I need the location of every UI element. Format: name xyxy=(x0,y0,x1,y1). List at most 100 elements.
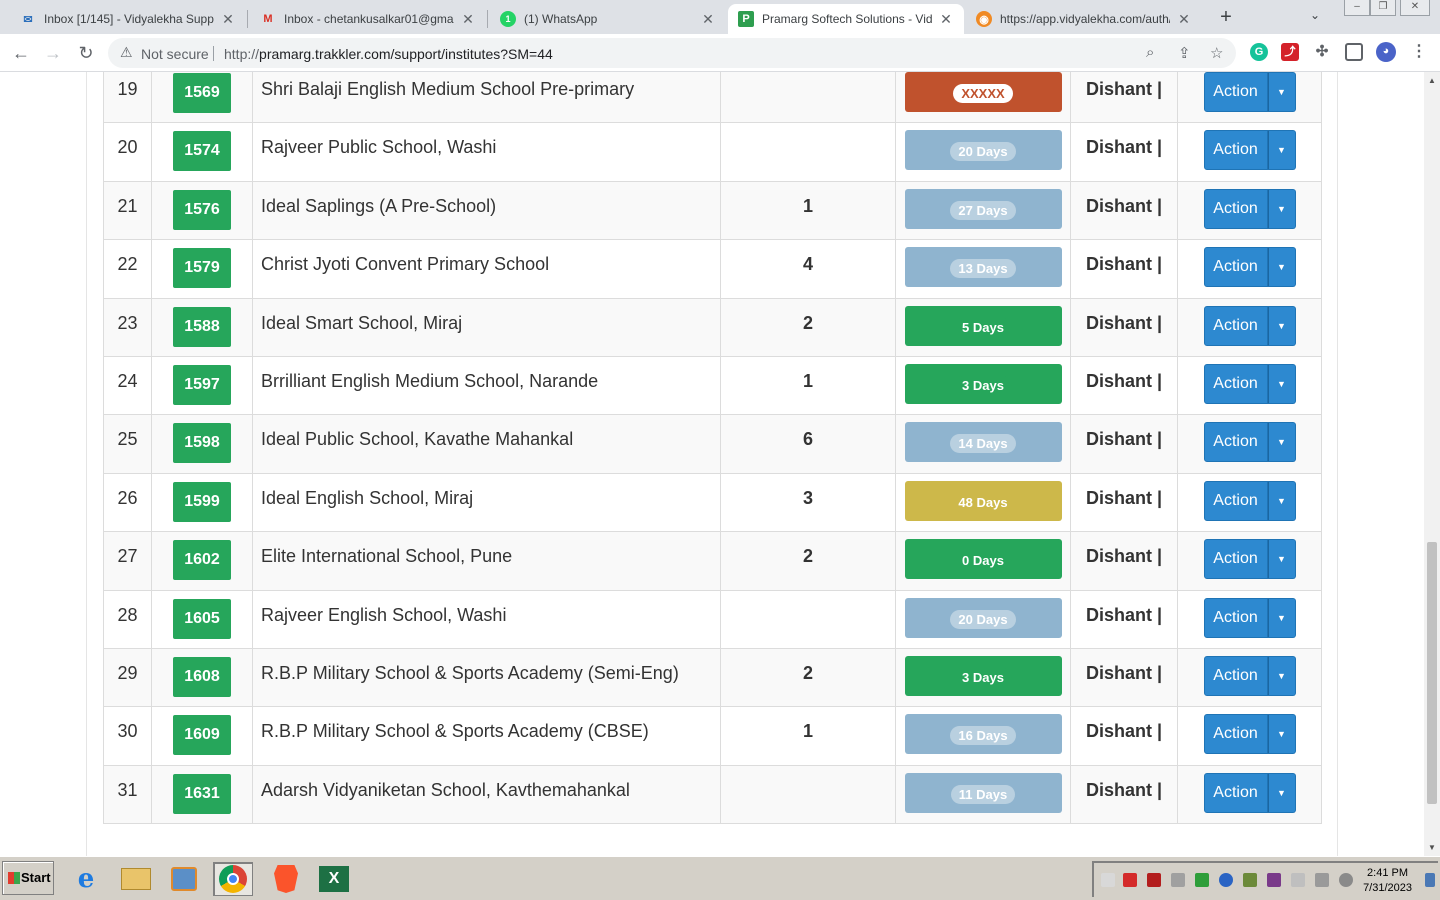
action-dropdown-caret-icon[interactable]: ▼ xyxy=(1267,188,1296,229)
scroll-down-arrow-icon[interactable]: ▼ xyxy=(1428,843,1436,852)
institute-id-badge[interactable]: 1579 xyxy=(173,248,231,289)
grammarly-extension-icon[interactable]: G xyxy=(1250,43,1268,61)
days-badge: XXXXX xyxy=(953,84,1013,103)
assigned-user: Dishant | xyxy=(1085,195,1163,216)
action-button[interactable]: Action xyxy=(1203,772,1268,813)
institute-id-badge[interactable]: 1602 xyxy=(173,540,231,581)
action-dropdown-caret-icon[interactable]: ▼ xyxy=(1267,597,1296,638)
excel-icon[interactable]: X xyxy=(314,862,354,896)
extensions-puzzle-icon[interactable]: ✣ xyxy=(1313,43,1331,61)
institute-name: Shri Balaji English Medium School Pre-pr… xyxy=(261,79,635,99)
action-button[interactable]: Action xyxy=(1203,130,1268,171)
tray-star-icon[interactable] xyxy=(1101,873,1115,887)
tab-search-chevron-icon[interactable]: ⌄ xyxy=(1310,8,1320,22)
close-tab-icon[interactable]: ✕ xyxy=(460,11,476,28)
pdf-extension-icon[interactable]: ⤴ xyxy=(1281,43,1299,61)
zoom-magnifier-icon[interactable]: ⌕ xyxy=(1146,44,1154,61)
action-dropdown-caret-icon[interactable]: ▼ xyxy=(1267,305,1296,346)
close-tab-icon[interactable]: ✕ xyxy=(700,11,716,28)
action-dropdown-caret-icon[interactable]: ▼ xyxy=(1267,130,1296,171)
action-dropdown-caret-icon[interactable]: ▼ xyxy=(1267,72,1296,112)
days-badge: 0 Days xyxy=(954,551,1012,571)
tray-app-red-icon[interactable] xyxy=(1123,873,1137,887)
action-button[interactable]: Action xyxy=(1203,188,1268,229)
file-explorer-icon[interactable] xyxy=(116,862,156,896)
page-scrollbar[interactable]: ▲ ▼ xyxy=(1424,72,1440,856)
assigned-user: Dishant | xyxy=(1085,546,1163,567)
close-tab-icon[interactable]: ✕ xyxy=(938,11,954,28)
scrollbar-thumb[interactable] xyxy=(1427,542,1437,804)
system-clock[interactable]: 2:41 PM 7/31/2023 xyxy=(1363,866,1412,896)
share-icon[interactable]: ⇪ xyxy=(1178,44,1191,62)
tab-vidyalekha-support-inbox[interactable]: ✉ Inbox [1/145] - Vidyalekha Support ( ✕ xyxy=(10,4,246,34)
tray-signal-icon[interactable] xyxy=(1315,873,1329,887)
tray-acrobat-icon[interactable] xyxy=(1147,873,1161,887)
action-button[interactable]: Action xyxy=(1203,305,1268,346)
profile-avatar-icon[interactable]: ◕ xyxy=(1376,42,1396,62)
action-button[interactable]: Action xyxy=(1203,714,1268,755)
action-button[interactable]: Action xyxy=(1203,655,1268,696)
tab-whatsapp[interactable]: 1 (1) WhatsApp ✕ xyxy=(490,4,726,34)
action-dropdown-caret-icon[interactable]: ▼ xyxy=(1267,772,1296,813)
action-button[interactable]: Action xyxy=(1203,363,1268,404)
scroll-up-arrow-icon[interactable]: ▲ xyxy=(1428,76,1436,85)
action-dropdown-caret-icon[interactable]: ▼ xyxy=(1267,247,1296,288)
close-window-icon[interactable]: ✕ xyxy=(1400,0,1430,16)
action-dropdown-caret-icon[interactable]: ▼ xyxy=(1267,714,1296,755)
action-cell: Action ▼ xyxy=(1177,180,1322,241)
action-button[interactable]: Action xyxy=(1203,72,1268,112)
action-button[interactable]: Action xyxy=(1203,247,1268,288)
address-url[interactable]: http://pramarg.trakkler.com/support/inst… xyxy=(224,46,553,62)
institute-id-badge[interactable]: 1598 xyxy=(173,423,231,464)
institute-id-badge[interactable]: 1569 xyxy=(173,73,231,113)
internet-explorer-icon[interactable]: e xyxy=(66,862,106,896)
bookmark-star-icon[interactable]: ☆ xyxy=(1210,44,1223,62)
start-button[interactable]: Start xyxy=(2,861,54,895)
tray-security-icon[interactable] xyxy=(1243,873,1257,887)
brave-browser-icon[interactable] xyxy=(266,862,306,896)
days-cell: 3 Days xyxy=(895,355,1071,416)
chrome-icon[interactable] xyxy=(213,862,253,896)
tray-flag-icon[interactable] xyxy=(1171,873,1185,887)
action-dropdown-caret-icon[interactable]: ▼ xyxy=(1267,539,1296,580)
institute-id-badge[interactable]: 1605 xyxy=(173,598,231,639)
close-tab-icon[interactable]: ✕ xyxy=(220,11,236,28)
institute-id-badge[interactable]: 1574 xyxy=(173,131,231,172)
institute-id-badge[interactable]: 1599 xyxy=(173,481,231,522)
tray-app-purple-icon[interactable] xyxy=(1267,873,1281,887)
reload-icon[interactable]: ↻ xyxy=(73,40,99,66)
institute-id-badge[interactable]: 1608 xyxy=(173,656,231,697)
tray-device-icon[interactable] xyxy=(1291,873,1305,887)
action-button[interactable]: Action xyxy=(1203,480,1268,521)
institute-id-badge[interactable]: 1609 xyxy=(173,715,231,756)
institute-id-badge[interactable]: 1597 xyxy=(173,364,231,405)
institute-id-badge[interactable]: 1588 xyxy=(173,306,231,347)
browser-menu-icon[interactable]: ⋮ xyxy=(1410,43,1428,61)
action-button[interactable]: Action xyxy=(1203,539,1268,580)
institute-id-badge[interactable]: 1576 xyxy=(173,189,231,230)
tab-gmail-inbox[interactable]: M Inbox - chetankusalkar01@gmail.com ✕ xyxy=(250,4,486,34)
forward-arrow-icon[interactable]: → xyxy=(40,40,66,66)
action-dropdown-caret-icon[interactable]: ▼ xyxy=(1267,363,1296,404)
action-button[interactable]: Action xyxy=(1203,422,1268,463)
tab-vidyalekha-login[interactable]: ◉ https://app.vidyalekha.com/auth/log ✕ xyxy=(966,4,1202,34)
minimize-window-icon[interactable]: – xyxy=(1344,0,1370,16)
tray-volume-icon[interactable] xyxy=(1339,873,1353,887)
action-dropdown-caret-icon[interactable]: ▼ xyxy=(1267,480,1296,521)
address-bar[interactable]: ⚠ Not secure http://pramarg.trakkler.com… xyxy=(108,38,1236,68)
show-desktop-icon[interactable] xyxy=(1425,873,1435,887)
side-panel-icon[interactable] xyxy=(1345,43,1363,61)
tray-network-icon[interactable] xyxy=(1195,873,1209,887)
action-dropdown-caret-icon[interactable]: ▼ xyxy=(1267,655,1296,696)
security-status[interactable]: Not secure xyxy=(141,46,209,62)
tray-bluetooth-icon[interactable] xyxy=(1219,873,1233,887)
restore-window-icon[interactable]: ❐ xyxy=(1370,0,1396,16)
media-player-icon[interactable] xyxy=(164,862,204,896)
action-button[interactable]: Action xyxy=(1203,597,1268,638)
institute-id-badge[interactable]: 1631 xyxy=(173,773,231,814)
tab-pramarg-softech[interactable]: P Pramarg Softech Solutions - VidyaLek ✕ xyxy=(728,4,964,34)
action-dropdown-caret-icon[interactable]: ▼ xyxy=(1267,422,1296,463)
close-tab-icon[interactable]: ✕ xyxy=(1176,11,1192,28)
new-tab-plus-icon[interactable]: + xyxy=(1214,6,1238,30)
back-arrow-icon[interactable]: ← xyxy=(8,40,34,66)
